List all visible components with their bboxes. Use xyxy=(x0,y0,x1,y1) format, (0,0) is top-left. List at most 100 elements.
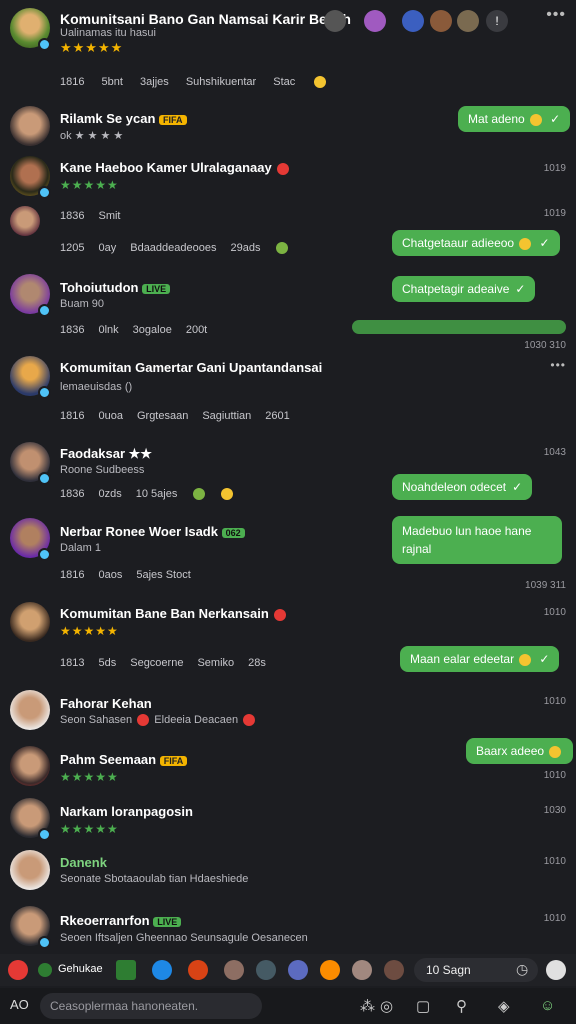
group-title: Komunitsani Bano Gan Namsai Karir Besah xyxy=(60,11,351,27)
online-indicator xyxy=(38,304,51,317)
chat-name: Komumitan Gamertar Gani Upantandansai xyxy=(60,360,323,375)
app-icon[interactable] xyxy=(224,960,244,980)
message-bubble[interactable]: Baarx adeeo xyxy=(466,738,574,764)
timestamp: 1043 xyxy=(543,447,566,458)
message-bubble[interactable]: Mat adeno ✓ xyxy=(458,106,571,132)
app-icon[interactable] xyxy=(152,960,172,980)
chat-sub: Seonate Sbotaaoulab tian Hdaeshiede xyxy=(60,873,249,885)
emoji-icon xyxy=(276,242,289,255)
online-indicator xyxy=(38,38,51,51)
emoji-icon xyxy=(530,113,543,126)
fire-icon xyxy=(274,608,287,621)
emoji-icon xyxy=(193,488,206,501)
app-icon[interactable] xyxy=(352,960,372,980)
emoji-icon xyxy=(137,714,150,727)
member-avatar[interactable] xyxy=(457,10,479,32)
online-indicator xyxy=(38,936,51,949)
info-icon[interactable] xyxy=(546,960,566,980)
chat-sub: Dalam 1 xyxy=(60,542,101,554)
chat-sub: lemaeuisdas () xyxy=(60,381,133,393)
status-icon[interactable] xyxy=(38,963,52,977)
search-icon[interactable]: ⚲ xyxy=(456,997,467,1015)
message-bubble[interactable]: Madebuo lun haoe hane rajnal xyxy=(392,516,562,564)
chat-name: Fahorar Kehan xyxy=(60,696,152,711)
avatar[interactable] xyxy=(10,602,50,642)
header-stats: 1816 5bnt 3ajjes Suhshikuentar Stac xyxy=(60,76,354,89)
app-icon[interactable] xyxy=(188,960,208,980)
read-check-icon: ✓ xyxy=(539,236,550,250)
timestamp: 1030 xyxy=(543,805,566,816)
chat-stats: 1816 0aos 5ajes Stoct xyxy=(60,569,191,581)
compose-input[interactable]: Ceasoplermaa hanoneaten. xyxy=(40,993,262,1019)
timestamp: 1010 xyxy=(543,856,566,867)
settings-icon[interactable] xyxy=(324,10,346,32)
chat-rating: ★★★★★ xyxy=(60,770,119,784)
chat-sub: ok ★ ★ ★ ★ xyxy=(60,130,124,142)
chat-sub: Seoen Iftsaljen Gheennao Seunsagule Oesa… xyxy=(60,932,308,944)
search-label: 10 Sagn xyxy=(426,963,471,977)
avatar[interactable] xyxy=(10,850,50,890)
compose-placeholder: Ceasoplermaa hanoneaten. xyxy=(50,999,199,1013)
camera-icon[interactable]: ◎ xyxy=(380,997,393,1015)
online-indicator xyxy=(38,548,51,561)
read-check-icon: ✓ xyxy=(550,112,561,126)
app-label[interactable]: AO xyxy=(10,997,29,1012)
alert-icon[interactable]: ! xyxy=(486,10,508,32)
read-check-icon: ✓ xyxy=(512,480,523,494)
chat-name: Komumitan Bane Ban Nerkansain xyxy=(60,606,288,621)
shield-icon[interactable]: ◈ xyxy=(498,997,510,1015)
smile-icon xyxy=(314,76,327,89)
member-avatar[interactable] xyxy=(402,10,424,32)
message-bubble[interactable]: Chatpetagir adeaive ✓ xyxy=(392,276,536,302)
chat-name: Nerbar Ronee Woer Isadk 062 xyxy=(60,524,245,539)
message-bubble[interactable]: Chatgetaaur adieeoo ✓ xyxy=(392,230,560,256)
chat-sub: Seon Sahasen Eldeeia Deacaen xyxy=(60,714,257,727)
app-icon[interactable] xyxy=(384,960,404,980)
toolbar-label[interactable]: Gehukae xyxy=(58,963,103,975)
chat-name: Narkam loranpagosin xyxy=(60,804,193,819)
chat-sub: Buam 90 xyxy=(60,298,105,310)
search-input[interactable]: 10 Sagn ◷ xyxy=(414,958,538,982)
app-icon[interactable] xyxy=(256,960,276,980)
chat-name: Rilamk Se ycan FIFA xyxy=(60,111,187,126)
timestamp: 1030 310 xyxy=(524,340,566,351)
chat-name: Kane Haeboo Kamer Ulralaganaay xyxy=(60,160,291,175)
avatar[interactable] xyxy=(10,746,50,786)
clock-icon: ◷ xyxy=(516,961,529,977)
read-check-icon: ✓ xyxy=(515,282,526,296)
quick-toolbar: Gehukae 10 Sagn ◷ xyxy=(0,954,576,986)
avatar[interactable] xyxy=(10,206,40,236)
online-indicator xyxy=(38,828,51,841)
timestamp: 1010 xyxy=(543,770,566,781)
profile-icon[interactable]: ☺ xyxy=(540,997,555,1014)
grid-icon[interactable]: ⁂ xyxy=(360,997,375,1015)
chat-name: Pahm Seemaan FIFA xyxy=(60,752,188,767)
chat-rating: ★★★★★ xyxy=(60,822,119,836)
chat-rating: ★★★★★ xyxy=(60,178,119,192)
star-icon[interactable] xyxy=(116,960,136,980)
avatar[interactable] xyxy=(10,106,50,146)
square-icon[interactable]: ▢ xyxy=(416,997,430,1015)
chat-stats: 1813 5ds Segcoerne Semiko 28s xyxy=(60,657,266,669)
emoji-icon xyxy=(221,488,234,501)
more-options-icon[interactable]: ••• xyxy=(550,358,566,372)
message-bubble[interactable]: Maan ealar edeetar ✓ xyxy=(400,646,560,672)
avatar[interactable] xyxy=(10,690,50,730)
chat-rating: ★★★★★ xyxy=(60,624,119,638)
app-icon[interactable] xyxy=(8,960,28,980)
app-icon[interactable] xyxy=(288,960,308,980)
member-avatar[interactable] xyxy=(430,10,452,32)
emoji-icon xyxy=(243,714,256,727)
more-options-icon[interactable]: ••• xyxy=(546,6,566,24)
chat-stats: 1205 0ay Bdaaddeadeooes 29ads xyxy=(60,242,302,255)
timestamp: 1019 xyxy=(543,163,566,174)
timestamp: 1010 xyxy=(543,607,566,618)
chat-header: Komunitsani Bano Gan Namsai Karir Besah … xyxy=(0,0,576,60)
message-bubble[interactable]: Noahdeleon odecet ✓ xyxy=(392,474,533,500)
online-indicator xyxy=(38,386,51,399)
group-rating: ★★★★★ xyxy=(60,40,124,55)
app-icon[interactable] xyxy=(320,960,340,980)
chat-name: Rkeoerranrfon LIVE xyxy=(60,913,182,928)
chat-stats: 1836 Smit xyxy=(60,210,121,222)
member-avatar[interactable] xyxy=(364,10,386,32)
